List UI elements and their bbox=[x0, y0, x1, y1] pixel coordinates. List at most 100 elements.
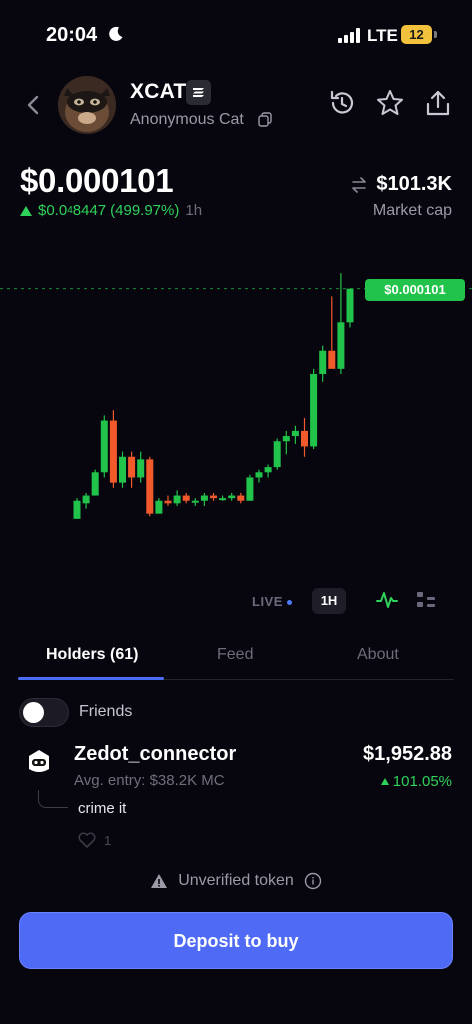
reply-connector bbox=[38, 790, 68, 808]
heart-icon[interactable] bbox=[77, 831, 97, 849]
friends-toggle[interactable] bbox=[19, 698, 69, 727]
candle-body bbox=[237, 495, 245, 501]
toggle-knob bbox=[23, 702, 44, 723]
candle bbox=[164, 495, 172, 506]
up-triangle-icon bbox=[380, 778, 389, 785]
price-change-rest: 8447 bbox=[72, 202, 107, 219]
signal-icon bbox=[338, 28, 360, 43]
price-chart[interactable] bbox=[0, 260, 472, 550]
candle-body bbox=[109, 420, 117, 483]
holder-comment: crime it bbox=[78, 800, 127, 817]
status-bar: 20:04 LTE 12 bbox=[0, 0, 472, 70]
price-change-prefix: $0.0 bbox=[38, 202, 68, 219]
candle-body bbox=[210, 495, 217, 499]
candle bbox=[273, 438, 281, 470]
candle bbox=[264, 464, 272, 478]
candle-body bbox=[91, 472, 99, 496]
current-price-label: $0.000101 bbox=[365, 279, 465, 301]
price-change-period: 1h bbox=[185, 202, 203, 219]
line-chart-icon[interactable] bbox=[376, 590, 398, 610]
swap-icon bbox=[352, 176, 367, 193]
holder-value: $1,952.88 bbox=[363, 743, 452, 765]
like-count: 1 bbox=[104, 833, 112, 848]
deposit-to-buy-button[interactable]: Deposit to buy bbox=[19, 912, 453, 969]
share-icon[interactable] bbox=[423, 88, 453, 118]
back-icon[interactable] bbox=[22, 90, 46, 120]
candle bbox=[100, 415, 108, 478]
candle bbox=[301, 417, 308, 457]
info-icon[interactable] bbox=[304, 872, 322, 890]
candle bbox=[191, 498, 199, 506]
chain-badge-icon bbox=[186, 80, 211, 105]
token-price: $0.000101 bbox=[20, 162, 174, 199]
candle-body bbox=[100, 420, 108, 473]
battery-indicator: 12 bbox=[401, 25, 432, 44]
candle bbox=[155, 498, 163, 514]
candle-body bbox=[137, 459, 145, 478]
candle bbox=[200, 492, 208, 506]
candle-body bbox=[346, 288, 354, 323]
candle bbox=[119, 451, 126, 488]
candle bbox=[237, 492, 245, 504]
battery-tip bbox=[434, 31, 437, 38]
moon-icon bbox=[109, 26, 123, 41]
candle-body bbox=[319, 350, 327, 375]
copy-icon[interactable] bbox=[258, 112, 272, 127]
candle bbox=[91, 469, 99, 496]
market-cap-value: $101.3K bbox=[376, 173, 452, 195]
candle bbox=[228, 492, 236, 501]
candle bbox=[282, 430, 290, 455]
active-tab-indicator bbox=[18, 677, 164, 680]
candle-body bbox=[119, 456, 126, 483]
candlestick-icon[interactable] bbox=[415, 590, 437, 610]
candle-body bbox=[146, 459, 154, 514]
up-triangle-icon bbox=[20, 205, 32, 216]
candle-body bbox=[82, 495, 90, 504]
candle-body bbox=[255, 472, 263, 478]
token-name: XCAT bbox=[130, 80, 187, 103]
tab-about[interactable]: About bbox=[357, 646, 399, 664]
warning-icon bbox=[151, 874, 168, 888]
friends-label: Friends bbox=[79, 703, 133, 720]
tab-feed[interactable]: Feed bbox=[217, 646, 253, 664]
candle-body bbox=[219, 498, 227, 501]
price-change-pct: (499.97%) bbox=[110, 202, 180, 219]
holder-avg-entry: Avg. entry: $38.2K MC bbox=[74, 772, 225, 789]
candle-body bbox=[128, 456, 136, 478]
history-icon[interactable] bbox=[327, 88, 357, 118]
price-change: $0.0 4 8447 (499.97%) 1h bbox=[20, 202, 202, 219]
candle bbox=[310, 368, 318, 450]
candle-body bbox=[228, 495, 236, 499]
candle bbox=[82, 492, 90, 509]
market-cap-label: Market cap bbox=[372, 202, 452, 219]
candle-body bbox=[337, 322, 345, 369]
tab-bar: Holders (61) Feed About bbox=[18, 636, 454, 680]
candle-body bbox=[182, 495, 190, 501]
candle-body bbox=[73, 500, 81, 519]
candle bbox=[346, 288, 354, 328]
candle-body bbox=[273, 441, 281, 468]
holder-avatar[interactable] bbox=[24, 747, 54, 777]
candle-body bbox=[191, 500, 199, 503]
star-icon[interactable] bbox=[375, 88, 405, 118]
market-cap[interactable]: $101.3K bbox=[350, 173, 452, 196]
candle bbox=[246, 474, 254, 501]
candle bbox=[137, 451, 145, 483]
timeframe-1h-button[interactable]: 1H bbox=[312, 588, 346, 614]
candle bbox=[182, 492, 190, 504]
holder-name[interactable]: Zedot_connector bbox=[74, 743, 236, 766]
holder-change: 101.05% bbox=[380, 773, 452, 790]
candle bbox=[291, 425, 299, 444]
unverified-warning: Unverified token bbox=[0, 872, 472, 894]
candle bbox=[173, 490, 181, 506]
candle bbox=[319, 345, 327, 382]
candle-body bbox=[164, 500, 172, 504]
tab-holders[interactable]: Holders (61) bbox=[46, 646, 138, 664]
token-subtitle: Anonymous Cat bbox=[130, 111, 244, 128]
candle-body bbox=[264, 467, 272, 473]
live-button[interactable]: LIVE bbox=[252, 594, 292, 609]
candle bbox=[328, 296, 336, 369]
token-avatar bbox=[58, 76, 116, 134]
live-label: LIVE bbox=[252, 594, 283, 609]
candle-body bbox=[328, 350, 336, 369]
